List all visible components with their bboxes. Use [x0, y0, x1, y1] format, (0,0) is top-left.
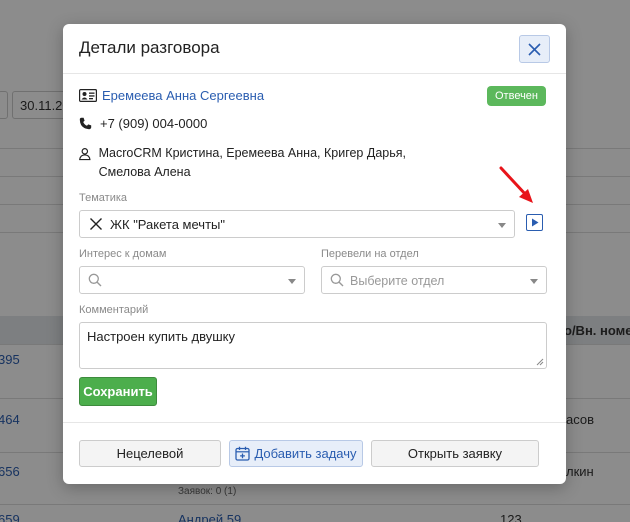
transfer-label: Перевели на отдел	[321, 248, 419, 260]
interest-label: Интерес к домам	[79, 248, 167, 260]
add-task-button[interactable]: Добавить задачу	[229, 440, 363, 467]
transfer-placeholder: Выберите отдел	[350, 274, 445, 288]
participants-row: MacroCRM Кристина, Еремеева Анна, Кригер…	[79, 144, 459, 182]
not-target-button[interactable]: Нецелевой	[79, 440, 221, 467]
open-request-button[interactable]: Открыть заявку	[371, 440, 539, 467]
phone-icon	[79, 117, 92, 130]
chevron-down-icon	[498, 223, 506, 228]
resize-grip-icon[interactable]	[536, 358, 544, 366]
participants-list: MacroCRM Кристина, Еремеева Анна, Кригер…	[98, 146, 406, 179]
close-icon	[528, 42, 541, 56]
comment-textarea[interactable]: Настроен купить двушку	[79, 322, 547, 369]
contact-name-link[interactable]: Еремеева Анна Сергеевна	[102, 88, 264, 103]
close-button[interactable]	[519, 35, 550, 63]
user-icon	[79, 148, 91, 161]
calendar-plus-icon	[235, 446, 251, 461]
topic-value: ЖК "Ракета мечты"	[110, 217, 225, 232]
modal-footer-divider	[63, 422, 566, 423]
comment-value: Настроен купить двушку	[87, 329, 235, 344]
call-status-badge: Отвечен	[487, 86, 546, 106]
phone-number[interactable]: +7 (909) 004-0000	[100, 116, 207, 131]
call-details-modal: Детали разговора Еремеева Анна Сергеевна…	[63, 24, 566, 484]
clear-topic-icon[interactable]	[89, 217, 103, 231]
save-button[interactable]: Сохранить	[79, 377, 157, 406]
chevron-down-icon	[288, 279, 296, 284]
modal-header: Детали разговора	[63, 24, 566, 74]
chevron-down-icon	[530, 279, 538, 284]
modal-title: Детали разговора	[79, 38, 220, 57]
search-icon	[88, 273, 102, 287]
contact-row: Еремеева Анна Сергеевна	[79, 88, 264, 103]
comment-label: Комментарий	[79, 304, 149, 316]
phone-row: +7 (909) 004-0000	[79, 116, 207, 131]
add-task-label: Добавить задачу	[254, 446, 357, 461]
interest-select[interactable]	[79, 266, 305, 294]
topic-select[interactable]: ЖК "Ракета мечты"	[79, 210, 515, 238]
contact-card-icon	[79, 89, 97, 102]
transfer-department-select[interactable]: Выберите отдел	[321, 266, 547, 294]
play-recording-button[interactable]	[526, 214, 543, 231]
search-icon	[330, 273, 344, 287]
topic-label: Тематика	[79, 192, 128, 204]
play-icon	[531, 218, 538, 227]
